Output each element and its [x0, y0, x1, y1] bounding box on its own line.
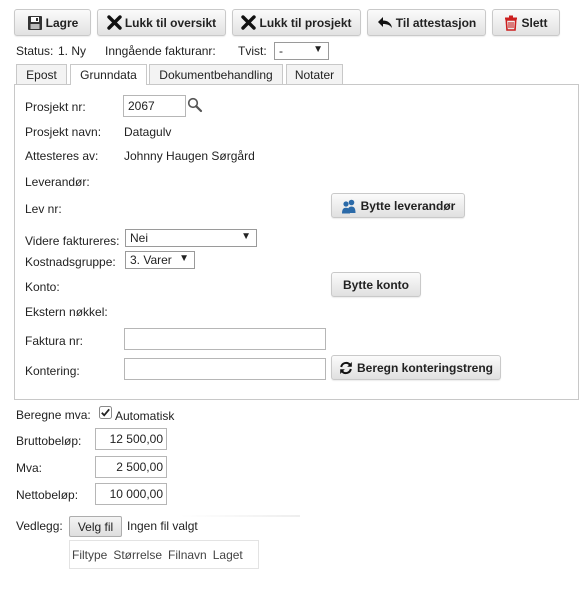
reply-arrow-icon [377, 17, 392, 28]
account-label: Konto: [25, 280, 60, 294]
automatic-label: Automatisk [115, 409, 175, 423]
dispute-select[interactable]: - ▼ [274, 42, 329, 60]
gross-amount-label: Bruttobeløp: [16, 434, 82, 448]
tab-epost[interactable]: Epost [16, 64, 67, 84]
automatic-checkbox[interactable] [99, 406, 112, 419]
net-amount-label: Nettobeløp: [16, 488, 79, 502]
close-x-icon [107, 15, 122, 30]
change-account-button[interactable]: Bytte konto [331, 272, 421, 297]
close-to-project-button[interactable]: Lukk til prosjekt [232, 9, 361, 36]
net-amount-value: 10 000,00 [109, 487, 163, 501]
status-label: Status: [16, 44, 54, 58]
posting-input[interactable] [124, 358, 326, 380]
to-attestation-label: Til attestasjon [395, 15, 477, 30]
chevron-down-icon: ▼ [241, 231, 251, 242]
calc-posting-label: Beregn konteringstreng [356, 360, 494, 375]
gross-amount-input[interactable]: 12 500,00 [95, 428, 167, 450]
tab-label: Grunndata [80, 68, 137, 82]
external-key-label: Ekstern nøkkel: [25, 305, 108, 319]
close-to-project-label: Lukk til prosjekt [259, 15, 352, 30]
to-attestation-button[interactable]: Til attestasjon [367, 9, 486, 36]
vat-calc-label: Beregne mva: [16, 408, 91, 422]
cost-group-select[interactable]: 3. Varer ▼ [125, 251, 195, 269]
save-label: Lagre [45, 15, 79, 30]
choose-file-button[interactable]: Velg fil [69, 516, 122, 537]
supplier-no-label: Lev nr: [25, 202, 62, 216]
tab-grunndata[interactable]: Grunndata [70, 64, 147, 85]
change-supplier-button[interactable]: Bytte leverandør [331, 193, 465, 218]
net-amount-input[interactable]: 10 000,00 [95, 483, 167, 505]
column-header-created: Laget [212, 547, 243, 562]
vat-amount-value: 2 500,00 [116, 460, 163, 474]
vat-amount-label: Mva: [16, 461, 43, 475]
delete-label: Slett [521, 15, 548, 30]
chevron-down-icon: ▼ [313, 44, 323, 55]
posting-label: Kontering: [25, 364, 80, 378]
gross-amount-value: 12 500,00 [109, 432, 163, 446]
close-to-overview-label: Lukk til oversikt [124, 15, 217, 30]
close-to-overview-button[interactable]: Lukk til oversikt [97, 9, 226, 36]
tab-notater[interactable]: Notater [286, 64, 343, 84]
dispute-label: Tvist: [238, 44, 267, 58]
floppy-disk-icon [27, 15, 42, 30]
incoming-invoice-label: Inngående fakturanr: [105, 44, 216, 58]
refresh-icon [340, 361, 352, 374]
supplier-label: Leverandør: [25, 175, 90, 189]
calc-posting-button[interactable]: Beregn konteringstreng [331, 355, 501, 380]
invoice-no-input[interactable] [124, 328, 326, 350]
reinvoice-select-value: Nei [130, 231, 149, 245]
attested-by-value: Johnny Haugen Sørgård [124, 149, 255, 163]
close-x-icon [241, 15, 257, 30]
attachments-label: Vedlegg: [16, 519, 63, 533]
tab-dokumentbehandling[interactable]: Dokumentbehandling [149, 64, 283, 84]
trash-icon [505, 15, 518, 31]
column-header-filetype: Filtype [72, 547, 108, 562]
delete-button[interactable]: Slett [492, 9, 560, 36]
users-icon [341, 199, 356, 213]
cost-group-label: Kostnadsgruppe: [25, 255, 116, 269]
project-name-label: Prosjekt navn: [25, 125, 102, 139]
reinvoice-label: Videre faktureres: [25, 234, 120, 248]
search-icon[interactable] [187, 97, 203, 113]
chevron-down-icon: ▼ [179, 253, 189, 264]
no-file-label: Ingen fil valgt [127, 519, 198, 533]
project-no-input[interactable]: 2067 [123, 95, 186, 117]
cost-group-select-value: 3. Varer [130, 253, 172, 267]
vat-amount-input[interactable]: 2 500,00 [95, 456, 167, 478]
divider [180, 515, 300, 517]
status-value: 1. Ny [58, 44, 87, 58]
tab-label: Dokumentbehandling [159, 67, 273, 82]
save-button[interactable]: Lagre [14, 9, 91, 36]
dispute-select-value: - [279, 44, 283, 58]
column-header-size: Størrelse [113, 547, 163, 562]
project-no-label: Prosjekt nr: [25, 100, 86, 114]
tab-label: Notater [294, 67, 335, 82]
project-name-value: Datagulv [124, 125, 172, 139]
change-account-label: Bytte konto [343, 277, 409, 292]
choose-file-label: Velg fil [77, 519, 114, 534]
attachments-table: Filtype Størrelse Filnavn Laget [69, 540, 259, 569]
invoice-no-label: Faktura nr: [25, 334, 84, 348]
attested-by-label: Attesteres av: [25, 149, 99, 163]
project-no-value: 2067 [128, 99, 155, 113]
change-supplier-label: Bytte leverandør [360, 198, 456, 213]
column-header-filename: Filnavn [168, 547, 207, 562]
tab-label: Epost [26, 67, 57, 82]
reinvoice-select[interactable]: Nei ▼ [125, 229, 257, 247]
